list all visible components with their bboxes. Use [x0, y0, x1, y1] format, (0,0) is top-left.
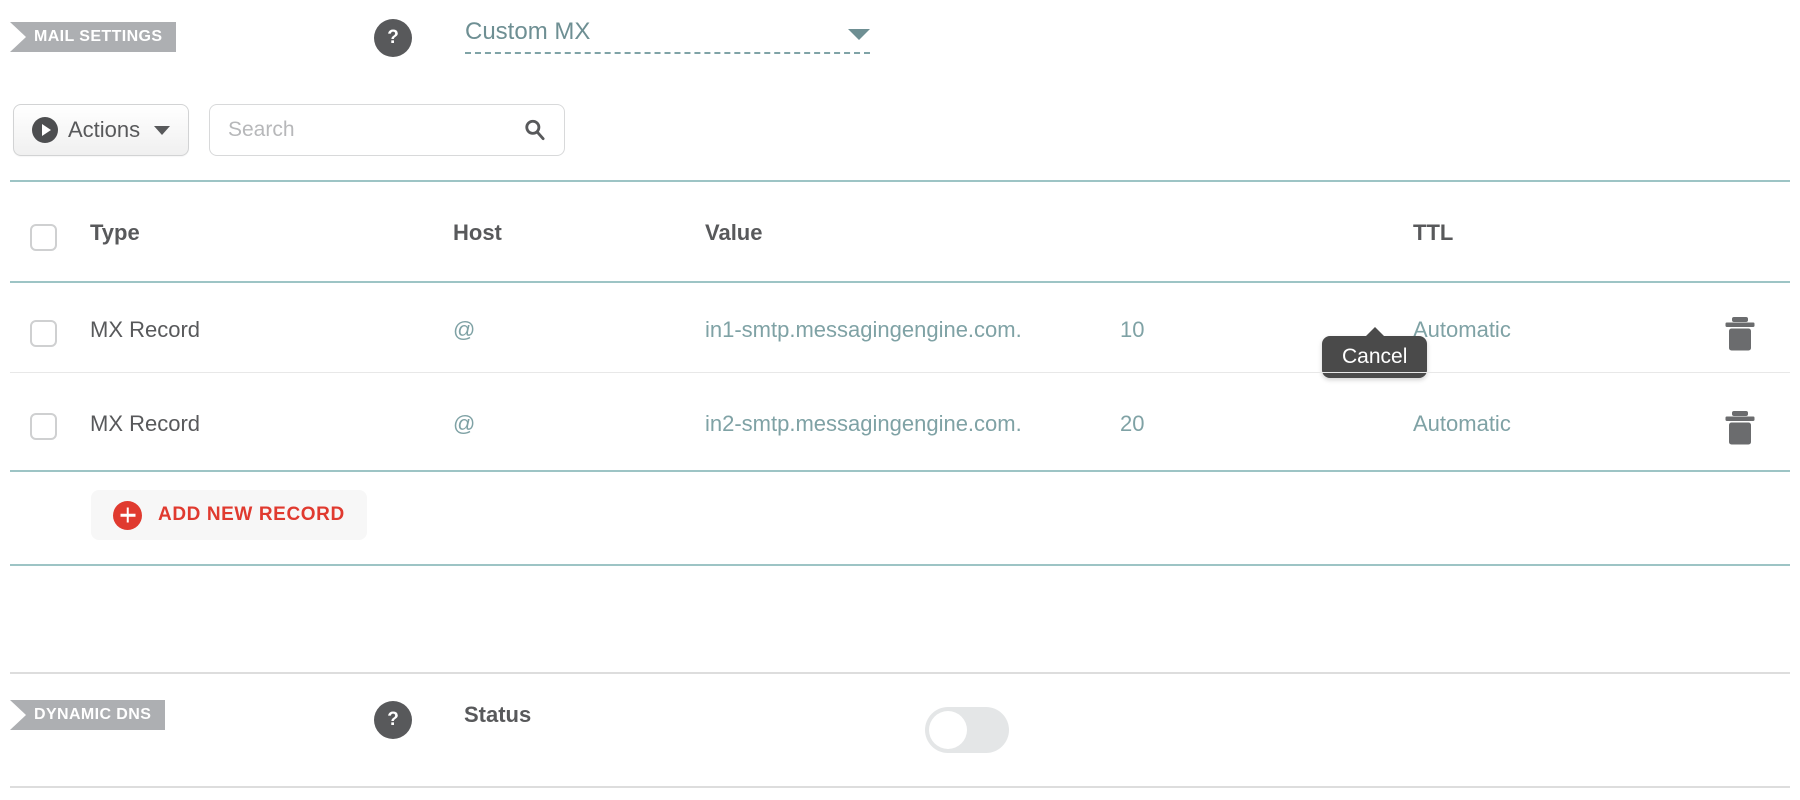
mx-mode-selected-value: Custom MX [465, 18, 591, 45]
dynamic-dns-status-toggle[interactable] [925, 707, 1009, 753]
cell-value[interactable]: in2-smtp.messagingengine.com. [705, 411, 1022, 437]
cancel-tooltip-label: Cancel [1342, 345, 1408, 368]
chevron-down-icon [154, 125, 171, 135]
table-header-rule [10, 281, 1790, 283]
actions-button[interactable]: Actions [13, 104, 190, 156]
section-badge-label: MAIL SETTINGS [34, 28, 163, 45]
column-header-host[interactable]: Host [453, 220, 502, 246]
actions-button-label: Actions [68, 117, 141, 142]
mx-mode-dropdown[interactable]: Custom MX [465, 20, 870, 54]
help-question-mark: ? [387, 709, 399, 730]
column-header-type[interactable]: Type [90, 220, 140, 246]
cell-value[interactable]: in1-smtp.messagingengine.com. [705, 317, 1022, 343]
cell-priority[interactable]: 20 [1120, 411, 1144, 437]
dynamic-dns-bottom-rule [10, 786, 1790, 788]
help-icon-dynamic-dns[interactable]: ? [374, 701, 412, 739]
row-checkbox[interactable] [30, 413, 57, 440]
section-badge-label: DYNAMIC DNS [34, 706, 152, 723]
trash-icon[interactable] [1723, 410, 1757, 446]
column-header-ttl[interactable]: TTL [1413, 220, 1453, 246]
dns-settings-page: MAIL SETTINGS ? Custom MX Actions Type H… [0, 0, 1800, 800]
trash-icon[interactable] [1723, 316, 1757, 352]
row-divider [10, 372, 1790, 373]
cell-priority[interactable]: 10 [1120, 317, 1144, 343]
search-input[interactable] [226, 117, 522, 143]
table-top-rule [10, 180, 1790, 182]
add-new-record-label: ADD NEW RECORD [158, 504, 345, 525]
toggle-knob [929, 711, 967, 749]
section-badge-mail-settings: MAIL SETTINGS [10, 22, 177, 52]
play-circle-icon [32, 117, 58, 143]
add-new-record-button[interactable]: ADD NEW RECORD [91, 490, 367, 540]
table-bottom-rule [10, 470, 1790, 472]
row-checkbox[interactable] [30, 320, 57, 347]
section-bottom-rule [10, 564, 1790, 566]
help-icon-mail-settings[interactable]: ? [374, 19, 412, 57]
cell-type: MX Record [90, 411, 201, 436]
search-box[interactable] [209, 104, 565, 156]
search-icon[interactable] [522, 117, 548, 143]
column-header-value[interactable]: Value [705, 220, 762, 246]
select-all-checkbox[interactable] [30, 224, 57, 251]
cell-ttl[interactable]: Automatic [1413, 317, 1511, 343]
cell-ttl[interactable]: Automatic [1413, 411, 1511, 437]
cell-host[interactable]: @ [453, 317, 475, 343]
plus-circle-icon [113, 500, 142, 530]
dynamic-dns-top-rule [10, 672, 1790, 674]
cell-type: MX Record [90, 317, 201, 342]
help-question-mark: ? [387, 27, 399, 48]
chevron-down-icon [848, 29, 870, 40]
section-badge-dynamic-dns: DYNAMIC DNS [10, 700, 166, 730]
cell-host[interactable]: @ [453, 411, 475, 437]
status-label: Status [464, 702, 532, 727]
